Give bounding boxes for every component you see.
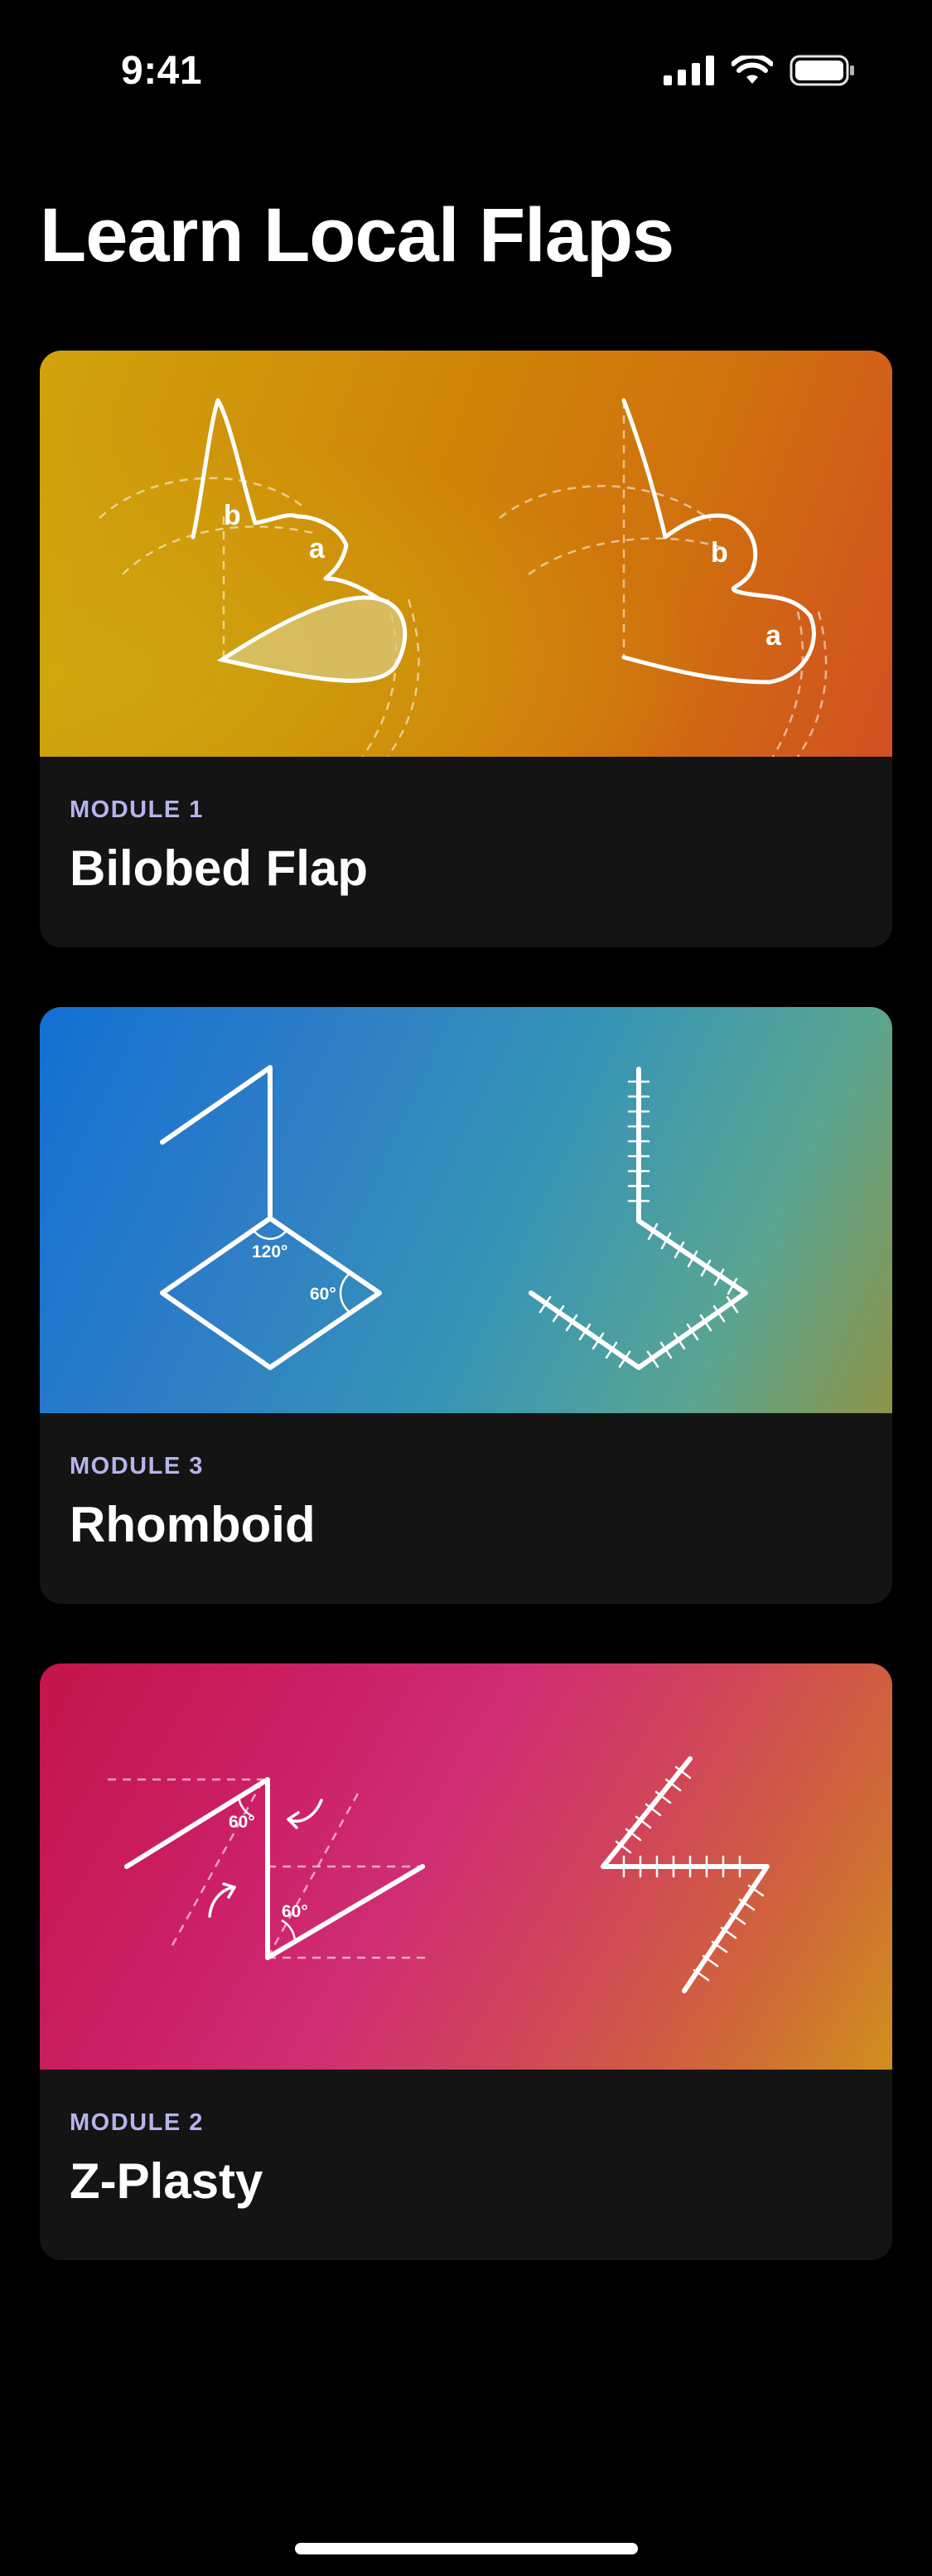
module-illustration-rhomboid: 120° 60° <box>40 1007 892 1413</box>
label-a-left: a <box>309 533 326 564</box>
page-title: Learn Local Flaps <box>40 193 674 278</box>
status-bar: 9:41 <box>0 0 932 141</box>
module-illustration-z-plasty: 60° 60° <box>40 1663 892 2070</box>
module-info: MODULE 1 Bilobed Flap <box>40 757 892 947</box>
module-title: Bilobed Flap <box>70 840 368 896</box>
wifi-icon <box>732 56 773 84</box>
module-illustration-bilobed: b a b a <box>40 351 892 757</box>
label-b-left: b <box>224 500 241 531</box>
status-icons <box>664 55 856 86</box>
label-a-right: a <box>765 620 782 651</box>
home-indicator[interactable] <box>295 2543 638 2554</box>
module-card-rhomboid[interactable]: 120° 60° MODULE 3 Rhomboid <box>40 1007 892 1604</box>
module-info: MODULE 3 Rhomboid <box>40 1413 892 1604</box>
status-time: 9:41 <box>121 49 203 93</box>
app-screen: 9:41 Learn Local Flaps b a b a MODULE 1 … <box>0 0 932 2576</box>
angle-label-60-bottom: 60° <box>282 1902 308 1921</box>
cellular-signal-icon <box>664 56 714 85</box>
bilobed-flap-diagram: b a b a <box>99 398 828 757</box>
rhomboid-flap-diagram: 120° 60° <box>160 1065 748 1370</box>
label-b-right: b <box>711 537 728 569</box>
angle-label-60: 60° <box>310 1285 336 1304</box>
module-card-z-plasty[interactable]: 60° 60° MODULE 2 Z-Plasty <box>40 1663 892 2260</box>
battery-icon <box>790 55 854 86</box>
module-title: Z-Plasty <box>70 2153 263 2209</box>
module-number: MODULE 2 <box>70 2109 204 2136</box>
z-plasty-diagram: 60° 60° <box>108 1756 770 1993</box>
module-info: MODULE 2 Z-Plasty <box>40 2070 892 2260</box>
angle-label-120: 120° <box>252 1242 287 1261</box>
module-card-bilobed-flap[interactable]: b a b a MODULE 1 Bilobed Flap <box>40 351 892 947</box>
module-number: MODULE 3 <box>70 1453 204 1479</box>
module-title: Rhomboid <box>70 1497 316 1552</box>
angle-label-60-top: 60° <box>229 1813 255 1832</box>
module-number: MODULE 1 <box>70 797 204 823</box>
